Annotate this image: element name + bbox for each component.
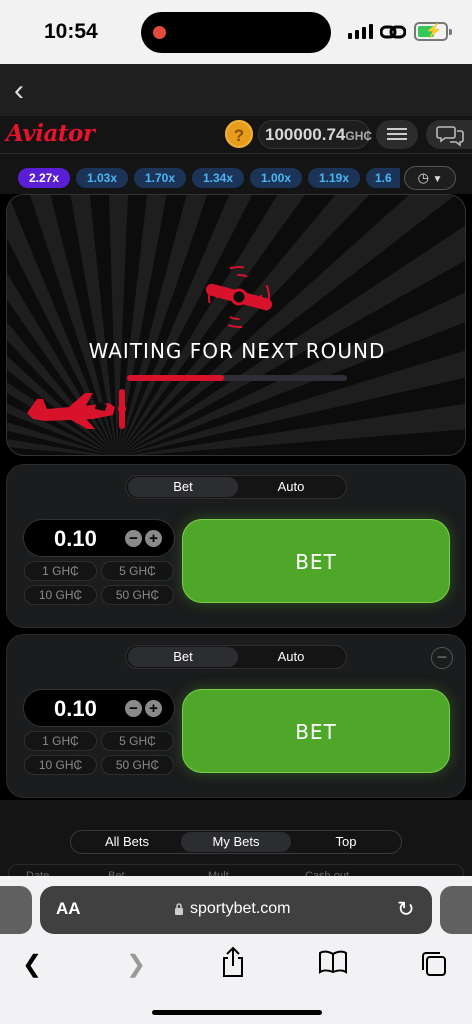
menu-button[interactable] [376, 120, 418, 149]
home-indicator [152, 1010, 322, 1015]
help-button[interactable]: ? [225, 120, 253, 148]
balance-display: 100000.74GH₵ [258, 120, 373, 149]
prev-tab-card[interactable] [0, 886, 32, 934]
tab-auto[interactable]: Auto [236, 647, 346, 667]
back-chevron-icon[interactable]: ‹ [14, 74, 24, 108]
tab-bet[interactable]: Bet [128, 647, 238, 667]
airplane-icon [27, 389, 126, 429]
bet-panel-1: Bet Auto 0.10 − + 1 GH₵ 5 GH₵ 10 GH₵ 50 … [6, 464, 466, 628]
remove-panel-button[interactable]: − [431, 647, 453, 669]
next-tab-card[interactable] [440, 886, 472, 934]
bet-button[interactable]: BET [182, 519, 450, 603]
quick-amount-button[interactable]: 5 GH₵ [101, 731, 174, 751]
quick-amount-button[interactable]: 10 GH₵ [24, 585, 97, 605]
bookmarks-icon[interactable] [318, 950, 348, 974]
dropdown-icon: ▼ [432, 174, 443, 185]
bet-amount-field[interactable]: 0.10 − + [23, 689, 175, 727]
browser-back-icon[interactable]: ❮ [22, 950, 42, 979]
hamburger-icon [387, 128, 407, 130]
quick-amount-button[interactable]: 50 GH₵ [101, 755, 174, 775]
tab-auto[interactable]: Auto [236, 477, 346, 497]
history-clock-icon: ◷ [417, 170, 429, 185]
multiplier-chip: 1.70x [134, 168, 186, 188]
chat-icon [436, 126, 464, 147]
increase-amount-button[interactable]: + [145, 700, 162, 717]
quick-amount-button[interactable]: 10 GH₵ [24, 755, 97, 775]
decrease-amount-button[interactable]: − [125, 700, 142, 717]
reader-aa-button[interactable]: AA [56, 899, 81, 919]
recording-dot-icon [153, 26, 166, 39]
game-header: Aviator ? 100000.74GH₵ [0, 116, 472, 154]
tab-all-bets[interactable]: All Bets [72, 832, 182, 852]
tabs-icon[interactable] [420, 950, 448, 978]
lock-icon [175, 903, 183, 915]
reload-icon[interactable]: ↻ [397, 897, 415, 922]
aviator-logo: Aviator [6, 120, 95, 147]
signal-icon [348, 24, 373, 39]
address-bar[interactable]: AA sportybet.com ↻ [40, 886, 432, 934]
bet-amount-field[interactable]: 0.10 − + [23, 519, 175, 557]
battery-icon: ⚡ [414, 22, 452, 41]
multiplier-chip: 1.34x [192, 168, 244, 188]
dynamic-island [141, 12, 331, 53]
increase-amount-button[interactable]: + [145, 530, 162, 547]
quick-amount-button[interactable]: 5 GH₵ [101, 561, 174, 581]
decrease-amount-button[interactable]: − [125, 530, 142, 547]
link-icon [380, 25, 406, 39]
bet-mode-tabs: Bet Auto [125, 475, 347, 499]
balance-amount: 100000.74 [265, 125, 346, 144]
browser-forward-icon[interactable]: ❯ [126, 950, 146, 979]
round-progress-fill [127, 375, 224, 381]
propeller-icon [205, 266, 273, 328]
status-bar: 10:54 ⚡ [0, 0, 472, 64]
bet-amount-value: 0.10 [54, 696, 97, 721]
bet-amount-value: 0.10 [54, 526, 97, 551]
browser-toolbar: AA sportybet.com ↻ ❮ ❯ [0, 876, 472, 1024]
tab-my-bets[interactable]: My Bets [181, 832, 291, 852]
bets-tabs: All Bets My Bets Top [70, 830, 402, 854]
history-button[interactable]: ◷ ▼ [404, 166, 456, 190]
quick-amount-button[interactable]: 1 GH₵ [24, 561, 97, 581]
bet-panel-2: Bet Auto − 0.10 − + 1 GH₵ 5 GH₵ 10 GH₵ 5… [6, 634, 466, 798]
bet-button[interactable]: BET [182, 689, 450, 773]
waiting-status: WAITING FOR NEXT ROUND [88, 339, 386, 363]
multiplier-history: 2.27x 1.03x 1.70x 1.34x 1.00x 1.19x 1.6 … [0, 154, 472, 194]
app-nav-bar: ‹ [0, 64, 472, 116]
round-progress-bar [127, 375, 347, 381]
chat-button[interactable] [426, 120, 472, 149]
balance-currency: GH₵ [345, 129, 373, 143]
game-canvas: WAITING FOR NEXT ROUND [6, 194, 466, 456]
bet-mode-tabs: Bet Auto [125, 645, 347, 669]
tab-bet[interactable]: Bet [128, 477, 238, 497]
share-icon[interactable] [220, 946, 246, 978]
status-time: 10:54 [44, 20, 98, 43]
multiplier-chip: 1.00x [250, 168, 302, 188]
quick-amount-button[interactable]: 1 GH₵ [24, 731, 97, 751]
bets-section: All Bets My Bets Top Date Bet Mult. Cash… [0, 800, 472, 882]
quick-amount-button[interactable]: 50 GH₵ [101, 585, 174, 605]
multiplier-chip: 1.6 [366, 168, 400, 188]
url-text: sportybet.com [190, 900, 291, 917]
multiplier-chip: 1.03x [76, 168, 128, 188]
tab-top[interactable]: Top [291, 832, 401, 852]
multiplier-chip: 2.27x [18, 168, 70, 188]
multiplier-chip: 1.19x [308, 168, 360, 188]
